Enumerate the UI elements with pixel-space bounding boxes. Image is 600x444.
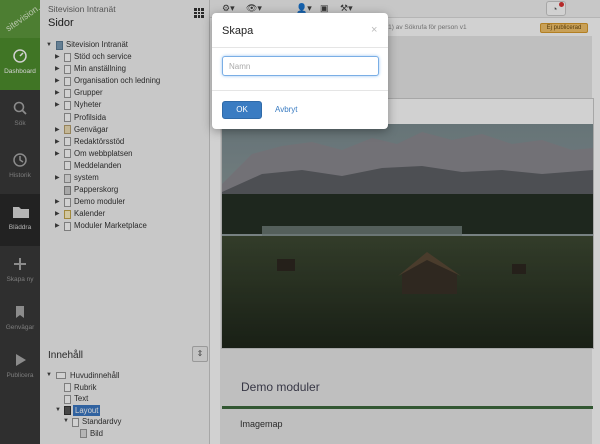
dialog-title: Skapa bbox=[222, 25, 254, 37]
ok-button[interactable]: OK bbox=[222, 101, 262, 119]
cancel-button[interactable]: Avbryt bbox=[275, 105, 298, 114]
dialog-divider bbox=[212, 90, 388, 91]
create-dialog: Skapa × OK Avbryt bbox=[212, 13, 388, 129]
name-input[interactable] bbox=[222, 56, 379, 76]
dialog-divider bbox=[212, 47, 388, 48]
close-icon[interactable]: × bbox=[371, 24, 377, 36]
